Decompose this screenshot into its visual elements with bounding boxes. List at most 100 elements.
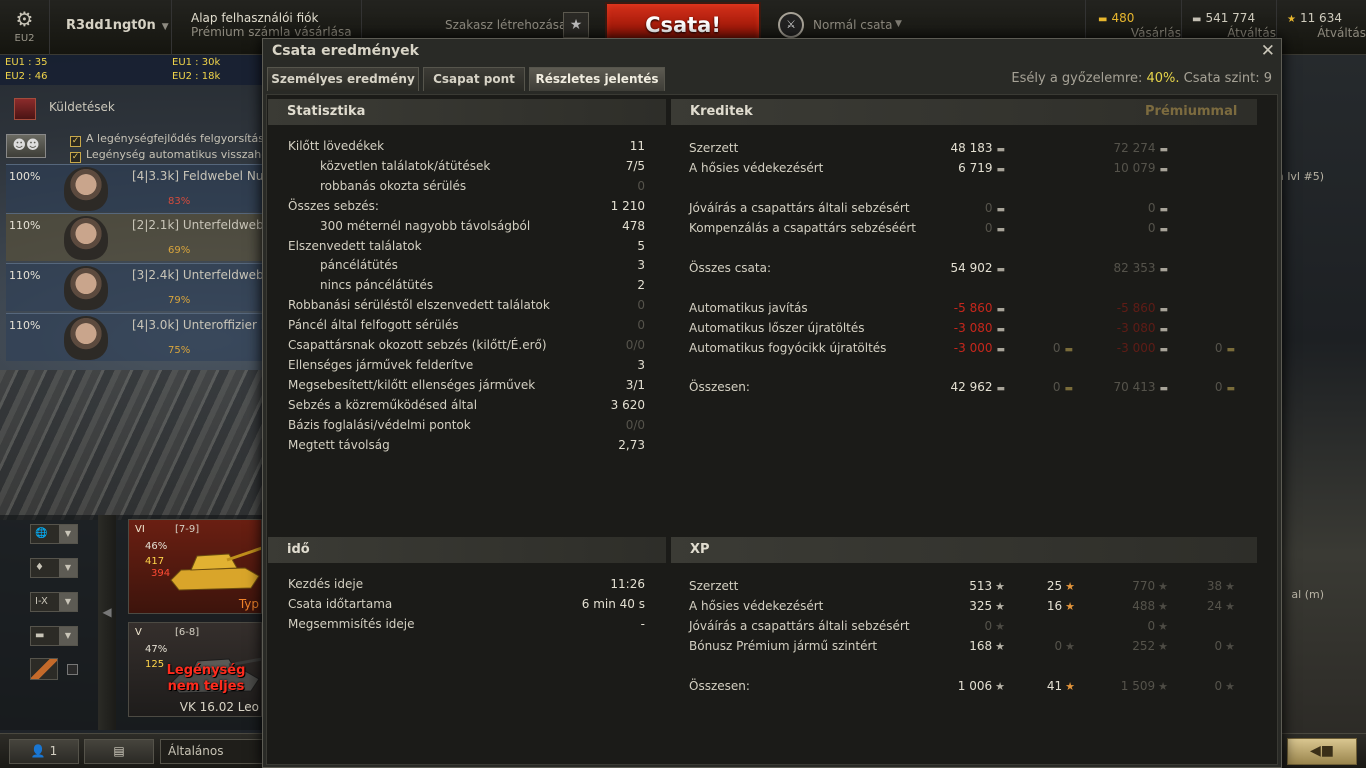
tier-label: VI (135, 524, 145, 535)
star-icon: ★ (1158, 640, 1168, 653)
missions-button[interactable]: Küldetések (0, 90, 265, 124)
premium-credit-value: -3 080 ▬ (1116, 321, 1168, 335)
credit-value: -5 860 ▬ (953, 301, 1005, 315)
battle-mode-icon[interactable]: ⚔ (778, 12, 804, 38)
accelerate-crew-option[interactable]: ✓ A legénységfejlődés felgyorsítása (70, 132, 271, 147)
tab-team[interactable]: Csapat pont (423, 67, 525, 91)
credits-icon: ▬ (996, 325, 1005, 335)
stat-value: 3/1 (625, 377, 645, 392)
tab-detailed[interactable]: Részletes jelentés (529, 67, 665, 91)
settings-button[interactable]: ⚙ EU2 (0, 0, 50, 55)
star-icon: ★ (1065, 640, 1075, 653)
premium-credit-value: 10 079 ▬ (1113, 161, 1168, 175)
nation-filter[interactable]: 🌐 ▼ (30, 524, 78, 544)
create-platoon-label[interactable]: Szakasz létrehozása (445, 18, 566, 32)
crew-member-slot[interactable]: 110% [3|2.4k] Unterfeldwebel 79% (6, 263, 274, 311)
crew-pct: 110% (9, 219, 41, 232)
vehicle-card[interactable]: V [6-8] 47% 125 Legénység nem teljes VK … (128, 622, 262, 717)
hangar-right-edge (1278, 55, 1366, 768)
credit-label: Kompenzálás a csapattárs sebzéséért (689, 221, 917, 235)
stat-value: 1 210 (610, 198, 645, 213)
option-label: A legénységfejlődés felgyorsítása (86, 132, 271, 145)
stat-label: Ellenséges járművek felderítve (288, 357, 474, 372)
premium-xp-value: 770 ★ (1132, 579, 1168, 593)
credits-icon: ▬ (1159, 305, 1168, 315)
crew-info: [4|3.0k] Unteroffizier Bü (132, 318, 277, 332)
convert-xp-link[interactable]: Átváltás (1287, 26, 1366, 40)
premium-free-xp-value: 38 ★ (1206, 579, 1235, 593)
xp-value: 1 006 ★ (957, 679, 1005, 693)
premium-link[interactable]: Prémium számla vásárlása (191, 25, 361, 39)
star-icon: ★ (1158, 680, 1168, 693)
star-icon: ★ (995, 620, 1005, 633)
favorite-filter-button[interactable] (30, 658, 58, 680)
tier-filter[interactable]: I-X ▼ (30, 592, 78, 612)
star-icon: ★ (569, 17, 583, 33)
credits-icon: ▬ (1192, 14, 1202, 25)
chevron-down-icon: ▼ (161, 22, 169, 32)
type-filter[interactable]: ▬ ▼ (30, 626, 78, 646)
class-filter[interactable]: ♦ ▼ (30, 558, 78, 578)
chevron-down-icon[interactable]: ▼ (895, 19, 902, 29)
star-icon: ★ (1287, 14, 1296, 25)
crew-member-slot[interactable]: 110% [2|2.1k] Unterfeldwebel 69% (6, 213, 274, 261)
credit-value: 42 962 ▬ (950, 380, 1005, 394)
close-icon[interactable]: ✕ (1261, 41, 1275, 61)
credit-value: 0 ▬ (984, 221, 1005, 235)
stat-label: Bázis foglalási/védelmi pontok (288, 417, 471, 432)
chat-button[interactable]: ▤ (84, 739, 154, 764)
credits-icon: ▬ (996, 384, 1005, 394)
premium-free-xp-value: 0 ★ (1214, 679, 1235, 693)
credits-value: 541 774 (1205, 11, 1256, 25)
carousel-left-arrow[interactable]: ◀ (98, 515, 116, 730)
checkbox[interactable]: ✓ (70, 136, 81, 147)
credits-icon: ▬ (1159, 265, 1168, 275)
stat-value: 0/0 (625, 338, 645, 352)
credit-value: 0 ▬ (984, 201, 1005, 215)
premium-credit-value: 0 ▬ (1147, 221, 1168, 235)
battle-mode-label[interactable]: Normál csata (813, 18, 893, 32)
vehicle-card[interactable]: VI [7-9] 46% 417 394 Typ (128, 519, 262, 614)
contacts-button[interactable]: 👤 1 (9, 739, 79, 764)
crew-member-slot[interactable]: 110% [4|3.0k] Unteroffizier Bü 75% (6, 313, 277, 361)
stat-value: 0/0 (625, 417, 645, 432)
chat-channel[interactable]: Általános (160, 739, 263, 764)
premium-header: Prémiummal (1145, 104, 1238, 119)
credits-icon: ▬ (996, 145, 1005, 155)
gold-icon: ▬ (1064, 384, 1073, 394)
stat-label: robbanás okozta sérülés (320, 178, 467, 193)
notifications-button[interactable]: ◀■ (1287, 738, 1357, 765)
missions-label: Küldetések (49, 100, 115, 114)
server-stats: EU1 : 35 EU2 : 46 EU1 : 30k EU2 : 18k (0, 55, 265, 85)
premium-xp-value: 0 ★ (1147, 619, 1168, 633)
credit-label: Szerzett (689, 141, 739, 155)
xp-label: Szerzett (689, 579, 739, 593)
credit-value: 6 719 ▬ (958, 161, 1005, 175)
matchmaking-range: [7-9] (175, 524, 200, 535)
credits-icon: ▬ (996, 205, 1005, 215)
star-icon: ★ (1225, 580, 1235, 593)
star-icon: ★ (1158, 580, 1168, 593)
crew-button[interactable]: ☻☻ (6, 134, 46, 158)
xp-value: 513 ★ (969, 579, 1005, 593)
right-edge-label-2: al (m) (1291, 588, 1324, 601)
tank-image (170, 546, 261, 591)
crew-info: [2|2.1k] Unterfeldwebel (132, 218, 275, 232)
stat-value: 3 620 (610, 397, 645, 412)
star-icon: ★ (1065, 600, 1075, 613)
credit-label: Jóváírás a csapattárs általi sebzésért (689, 201, 910, 215)
time-label: Kezdés ideje (288, 577, 364, 591)
user-menu[interactable]: R3dd1ngt0n ▼ (50, 0, 172, 55)
server-stat: EU1 : 35 (5, 57, 48, 68)
create-platoon-button[interactable]: ★ (563, 12, 589, 38)
star-icon: ★ (1225, 600, 1235, 613)
checkbox[interactable]: ✓ (70, 152, 81, 163)
crew-member-slot[interactable]: 100% [4|3.3k] Feldwebel Nus 83% (6, 164, 270, 212)
favorite-checkbox[interactable] (67, 664, 78, 675)
stat-value: 5 (637, 238, 645, 253)
username: R3dd1ngt0n (66, 18, 156, 33)
tab-personal[interactable]: Személyes eredmény (267, 67, 419, 91)
missions-icon (14, 98, 36, 120)
time-label: Megsemmisítés ideje (288, 616, 415, 631)
vehicle-name: VK 16.02 Leo (179, 700, 259, 714)
